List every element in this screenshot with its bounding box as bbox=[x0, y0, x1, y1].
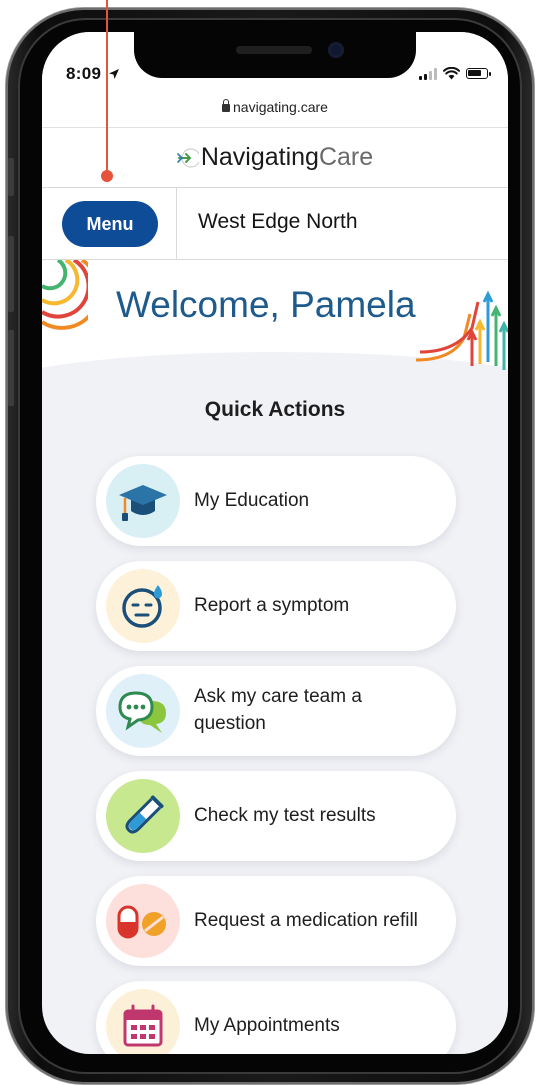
quick-actions-title: Quick Actions bbox=[204, 398, 346, 421]
quick-action-appointments[interactable]: My Appointments bbox=[96, 981, 456, 1054]
status-time-text: 8:09 bbox=[66, 64, 102, 83]
quick-action-label: Ask my care team a question bbox=[194, 686, 362, 734]
battery-icon bbox=[466, 68, 491, 79]
quick-action-label: My Appointments bbox=[194, 1014, 340, 1036]
navigating-care-logo-icon bbox=[177, 147, 199, 168]
phone-screen: 8:09 navigating.care Navigating Care Men… bbox=[42, 32, 508, 1054]
volume-up-button bbox=[8, 236, 14, 312]
menu-button[interactable]: Menu bbox=[62, 201, 158, 247]
brand-name-navigating: Navigating bbox=[200, 143, 319, 171]
quick-action-label: Request a medication refill bbox=[194, 909, 418, 931]
symptom-face-icon bbox=[106, 569, 180, 643]
graduation-cap-icon bbox=[106, 464, 180, 538]
browser-url-bar[interactable]: navigating.care bbox=[42, 88, 508, 128]
annotation-pointer-dot bbox=[101, 170, 113, 182]
mute-switch bbox=[8, 158, 14, 196]
quick-action-medication-refill[interactable]: Request a medication refill bbox=[96, 876, 456, 966]
lock-icon bbox=[222, 99, 231, 112]
nav-divider bbox=[176, 188, 177, 260]
speaker-grille bbox=[236, 46, 312, 54]
status-time: 8:09 bbox=[66, 64, 120, 84]
quick-action-ask-care-team[interactable]: Ask my care team a question bbox=[96, 666, 456, 756]
test-tube-icon bbox=[106, 779, 180, 853]
calendar-icon bbox=[106, 989, 180, 1054]
cellular-signal-icon bbox=[419, 67, 437, 80]
quick-action-label: Check my test results bbox=[194, 804, 376, 826]
quick-action-test-results[interactable]: Check my test results bbox=[96, 771, 456, 861]
wifi-icon bbox=[443, 67, 460, 80]
notch bbox=[134, 32, 416, 78]
rainbow-arcs-decoration bbox=[42, 260, 88, 330]
quick-action-my-education[interactable]: My Education bbox=[96, 456, 456, 546]
brand-name-care: Care bbox=[318, 143, 374, 171]
quick-action-report-symptom[interactable]: Report a symptom bbox=[96, 561, 456, 651]
welcome-greeting: Welcome, Pamela bbox=[116, 284, 416, 325]
quick-action-label: Report a symptom bbox=[194, 594, 350, 616]
location-arrow-icon bbox=[109, 69, 120, 79]
welcome-banner: Welcome, Pamela bbox=[42, 260, 508, 390]
device-stage: 8:09 navigating.care Navigating Care Men… bbox=[0, 0, 539, 1085]
chat-bubbles-icon bbox=[106, 674, 180, 748]
annotation-pointer-line bbox=[106, 0, 108, 172]
volume-down-button bbox=[8, 330, 14, 406]
front-camera bbox=[328, 42, 344, 58]
quick-action-label: My Education bbox=[194, 489, 310, 511]
pills-icon bbox=[106, 884, 180, 958]
url-text: navigating.care bbox=[233, 99, 328, 115]
location-name[interactable]: West Edge North bbox=[198, 210, 358, 234]
top-navigation: Menu West Edge North bbox=[42, 188, 508, 260]
growth-arrows-decoration bbox=[415, 290, 508, 370]
status-icons bbox=[419, 67, 491, 80]
